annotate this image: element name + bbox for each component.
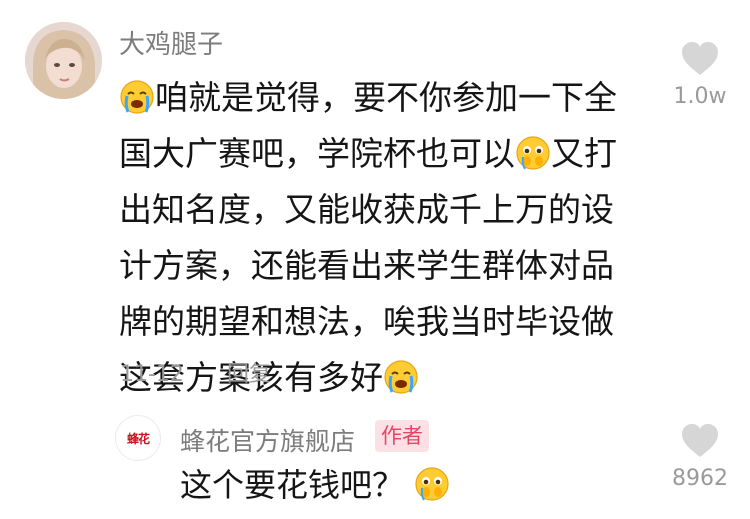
crying-face-emoji (119, 76, 155, 114)
reply-text-content: 这个要花钱吧？ (180, 466, 405, 504)
shop-name[interactable]: 蜂花官方旗舰店 (180, 422, 355, 458)
heart-icon[interactable] (680, 42, 720, 80)
reply-text: 这个要花钱吧？ (180, 463, 450, 507)
heart-icon[interactable] (680, 424, 720, 462)
avatar[interactable] (25, 22, 102, 99)
reply-like[interactable]: 8962 (660, 422, 740, 491)
comment-username[interactable]: 大鸡腿子 (119, 24, 223, 61)
shop-avatar[interactable]: 蜂花 (115, 415, 161, 461)
comment-like-count: 1.0w (673, 84, 727, 109)
pleading-face-emoji (515, 132, 551, 170)
reply-button[interactable]: 回复 (227, 362, 271, 387)
comment-like[interactable]: 1.0w (660, 40, 740, 109)
comment-date: 11-12 (120, 362, 184, 387)
crying-face-emoji (383, 356, 419, 394)
comment-meta: 11-12 回复 (120, 356, 271, 388)
shop-logo-text: 蜂花 (126, 431, 150, 446)
pleading-face-emoji (414, 466, 450, 502)
reply-like-count: 8962 (672, 466, 728, 491)
author-badge: 作者 (375, 420, 429, 452)
